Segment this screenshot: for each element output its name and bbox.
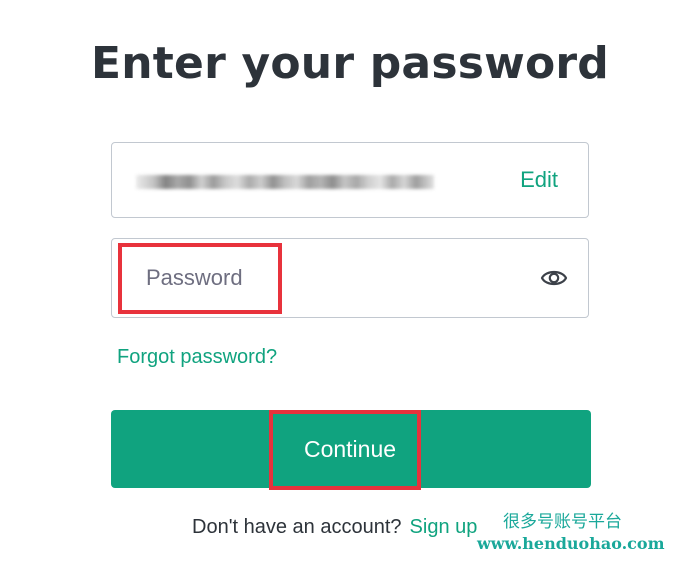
edit-email-link[interactable]: Edit	[520, 167, 558, 193]
watermark-url: www.henduohao.com	[477, 534, 665, 553]
masked-email-value	[136, 175, 434, 189]
continue-button-label: Continue	[303, 436, 397, 462]
password-input[interactable]	[126, 253, 506, 303]
signup-link[interactable]: Sign up	[410, 516, 478, 538]
forgot-password-link[interactable]: Forgot password?	[117, 346, 277, 369]
email-field: Edit	[111, 142, 589, 218]
signup-prompt: Don't have an account?	[192, 516, 402, 538]
continue-button[interactable]: Continue	[111, 410, 591, 488]
page-title: Enter your password	[91, 38, 609, 89]
signup-row: Don't have an account? Sign up	[192, 516, 477, 539]
eye-icon[interactable]	[540, 265, 568, 291]
watermark-cn-text: 很多号账号平台	[503, 512, 622, 532]
password-field-container	[111, 238, 589, 318]
